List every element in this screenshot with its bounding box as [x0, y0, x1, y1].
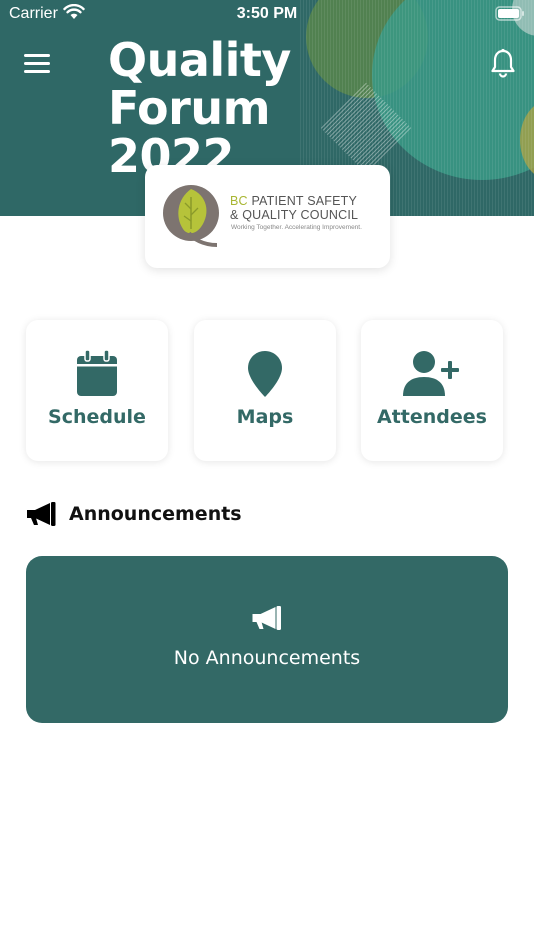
org-prefix: BC: [230, 194, 248, 208]
calendar-icon: [26, 349, 168, 398]
attendees-label: Attendees: [377, 406, 487, 428]
status-bar: Carrier 3:50 PM: [0, 0, 534, 28]
council-logo-icon: [163, 183, 221, 249]
menu-bar: [24, 54, 50, 57]
add-person-icon: [361, 350, 503, 398]
org-name-line1: BC PATIENT SAFETY: [230, 194, 357, 208]
event-title-line: Quality: [108, 33, 291, 87]
no-announcements-text: No Announcements: [173, 647, 361, 669]
schedule-label: Schedule: [48, 406, 146, 428]
hamburger-menu-icon[interactable]: [24, 54, 50, 74]
org-name-rest: PATIENT SAFETY: [247, 194, 358, 208]
notification-bell-icon[interactable]: [490, 48, 516, 78]
megaphone-icon: [26, 502, 56, 530]
menu-bar: [24, 70, 50, 73]
announcements-heading: Announcements: [69, 503, 242, 525]
map-pin-icon: [194, 350, 336, 398]
maps-label: Maps: [236, 406, 294, 428]
attendees-tile[interactable]: Attendees: [361, 320, 503, 461]
sponsor-logo-card: BC PATIENT SAFETY & QUALITY COUNCIL Work…: [145, 165, 390, 268]
clock: 3:50 PM: [236, 5, 298, 22]
megaphone-icon: [251, 606, 282, 634]
schedule-tile[interactable]: Schedule: [26, 320, 168, 461]
battery-icon: [495, 6, 525, 25]
org-name-line2: & QUALITY COUNCIL: [230, 208, 359, 222]
maps-tile[interactable]: Maps: [194, 320, 336, 461]
event-title: Quality Forum 2022: [108, 36, 291, 180]
event-title-line: Forum: [108, 81, 271, 135]
menu-bar: [24, 62, 50, 65]
announcements-card: No Announcements: [26, 556, 508, 723]
org-tagline: Working Together. Accelerating Improveme…: [231, 224, 362, 231]
